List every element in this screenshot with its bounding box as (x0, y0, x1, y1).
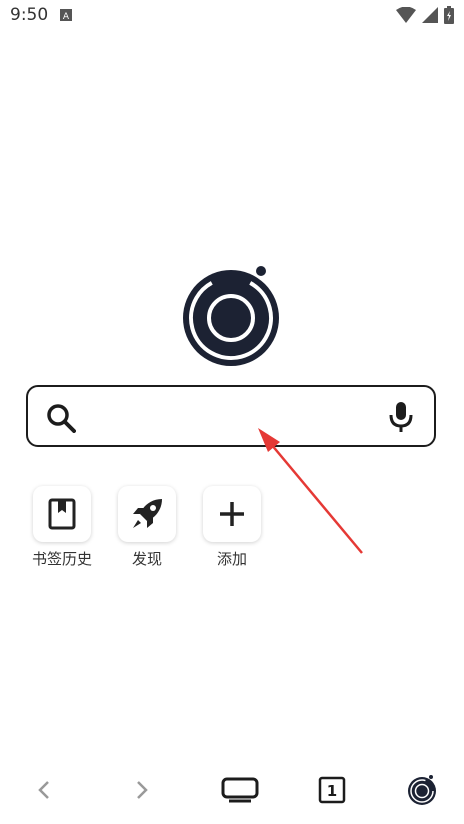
window-icon (221, 777, 259, 803)
notification-a-icon: A (60, 9, 72, 21)
shortcut-discover[interactable]: 发现 (107, 486, 187, 569)
tabs-icon: 1 (318, 776, 346, 804)
home-logo-button[interactable] (402, 774, 442, 806)
shortcut-tile[interactable] (203, 486, 261, 542)
shortcut-label: 书签历史 (31, 550, 92, 568)
forward-button[interactable] (122, 774, 162, 806)
search-bar[interactable] (26, 385, 436, 447)
wifi-icon (396, 7, 416, 23)
search-input[interactable] (88, 399, 392, 437)
status-bar: 9:50 A (0, 0, 464, 32)
shortcut-tile[interactable] (33, 486, 91, 542)
menu-button[interactable] (220, 774, 260, 806)
shortcut-add[interactable]: 添加 (192, 486, 272, 569)
chevron-right-icon (137, 781, 148, 799)
shortcut-bookmark-history[interactable]: 书签历史 (22, 486, 102, 569)
back-button[interactable] (24, 774, 64, 806)
svg-text:A: A (63, 12, 70, 21)
bookmark-icon (48, 498, 76, 530)
tab-count: 1 (327, 782, 337, 800)
bottom-nav: 1 (0, 760, 464, 818)
rocket-icon (133, 499, 162, 528)
microphone-icon[interactable] (388, 401, 414, 433)
shortcut-tile[interactable] (118, 486, 176, 542)
signal-icon (422, 7, 438, 23)
search-icon (47, 404, 76, 433)
battery-icon (444, 6, 454, 24)
status-time: 9:50 (10, 5, 49, 25)
browser-logo (183, 266, 279, 366)
chevron-left-icon (38, 781, 49, 799)
system-icons (396, 6, 454, 24)
tabs-button[interactable]: 1 (312, 774, 352, 806)
plus-icon (220, 502, 244, 526)
browser-logo-icon (408, 775, 436, 805)
shortcut-label: 添加 (216, 550, 247, 568)
shortcut-label: 发现 (131, 550, 162, 568)
